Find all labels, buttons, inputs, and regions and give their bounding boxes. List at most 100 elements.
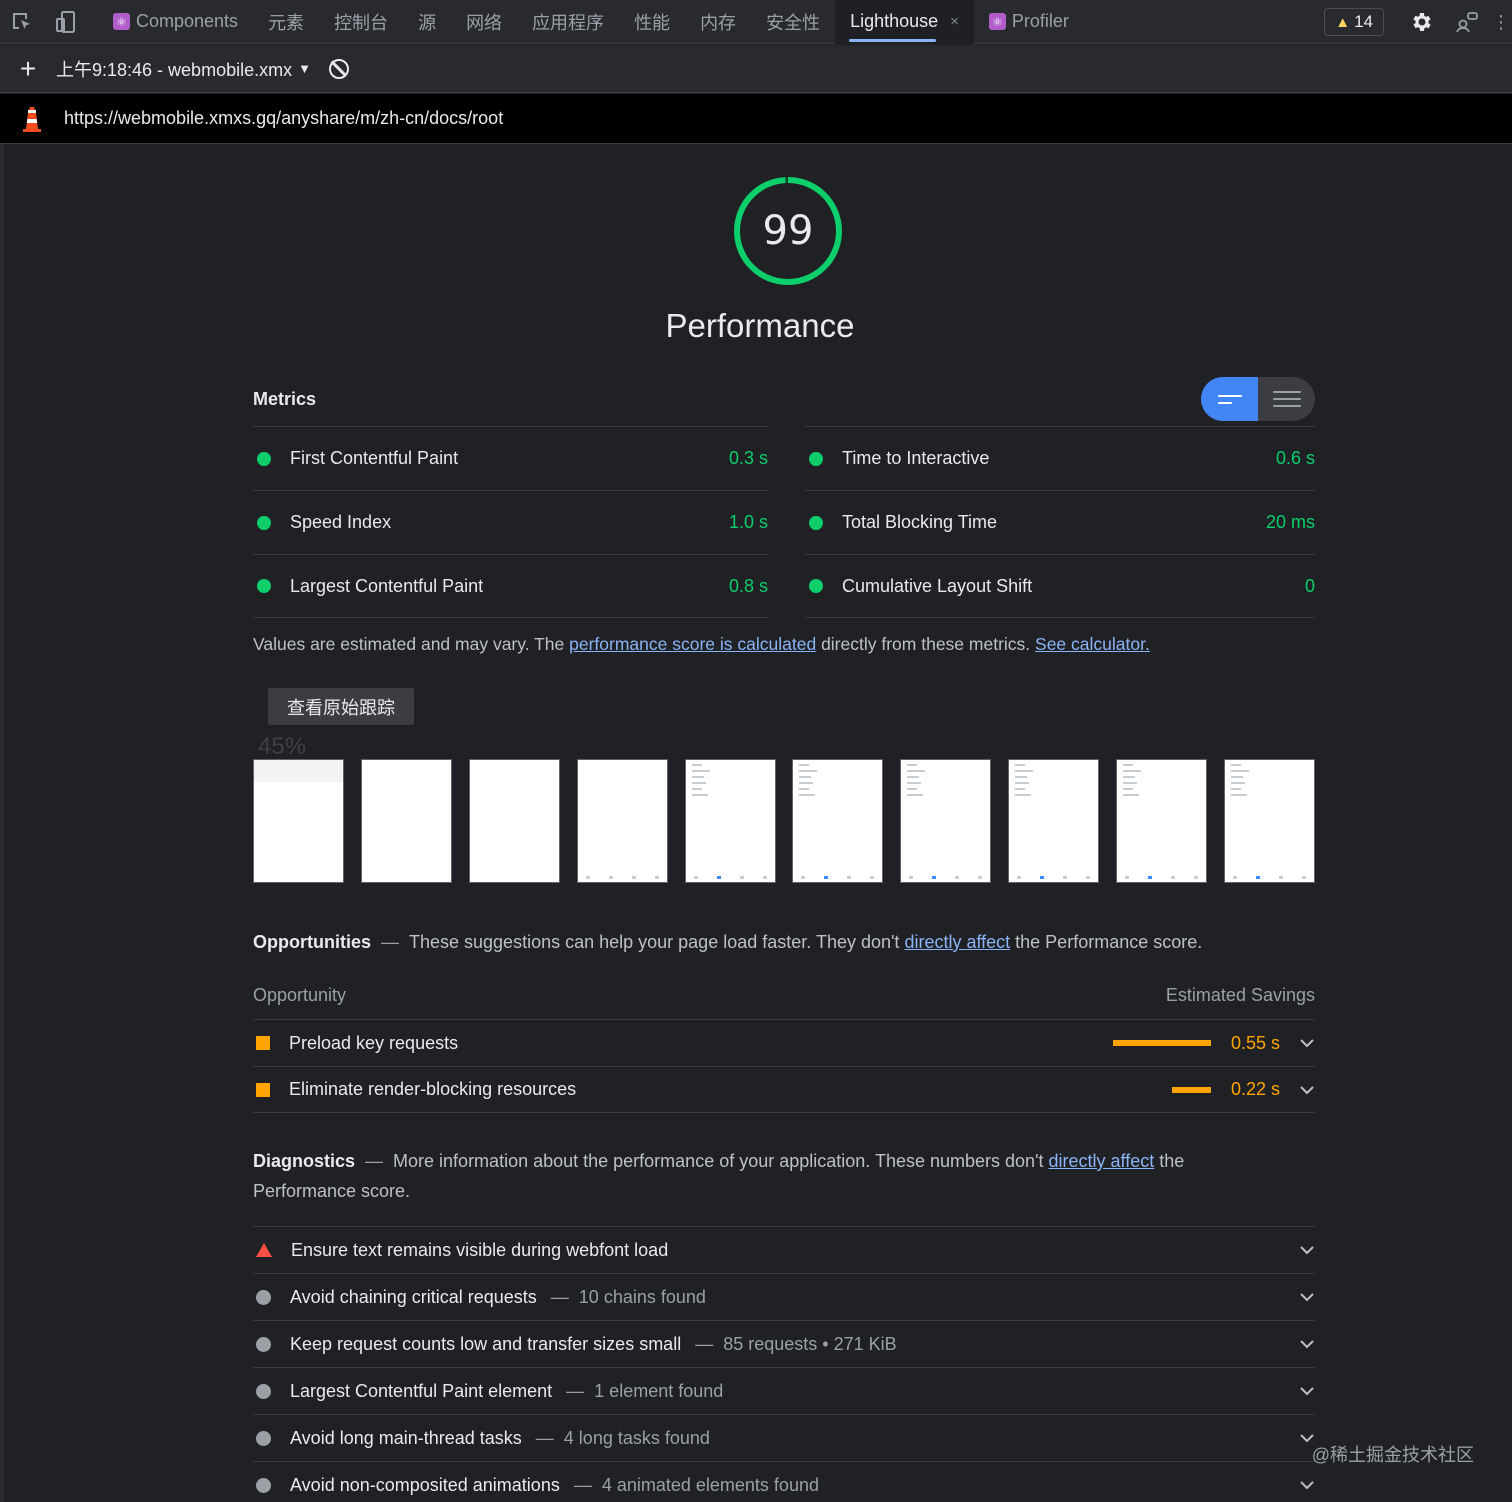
savings-value: 0.22 s	[1231, 1079, 1281, 1099]
filmstrip-frame	[576, 759, 668, 883]
tab-安全性[interactable]: 安全性	[751, 0, 835, 44]
metric-row[interactable]: Cumulative Layout Shift 0	[805, 554, 1315, 618]
tab-lighthouse[interactable]: Lighthouse ×	[835, 0, 974, 44]
info-dot-icon	[256, 1477, 271, 1493]
panel-tabs: ⚛ Components 元素 控制台 源 网络 应用程序 性能 内存 安全性 Lighthouse…	[98, 0, 1084, 44]
tab-控制台[interactable]: 控制台	[319, 0, 403, 44]
report-selector[interactable]: 上午9:18:46 - webmobile.xmx ▼	[56, 56, 311, 82]
diagnostic-row[interactable]: Avoid non-composited animations — 4 animat…	[253, 1461, 1315, 1502]
chevron-down-icon[interactable]	[1281, 1038, 1315, 1048]
filmstrip-frame	[1223, 759, 1315, 883]
tab-网络[interactable]: 网络	[451, 0, 517, 44]
diagnostic-row[interactable]: Keep request counts low and transfer siz…	[253, 1320, 1315, 1367]
chevron-down-icon[interactable]	[1281, 1085, 1315, 1095]
frame-nav	[909, 876, 983, 879]
pass-dot-icon	[257, 515, 271, 530]
diagnostic-row[interactable]: Ensure text remains visible during webfo…	[253, 1226, 1315, 1273]
opportunities-columns: Opportunity Estimated Savings	[253, 985, 1315, 1015]
diagnostic-row[interactable]: Largest Contentful Paint element — 1 eleme…	[253, 1367, 1315, 1414]
tab-元素[interactable]: 元素	[253, 0, 319, 44]
metric-name: Speed Index	[290, 512, 392, 532]
pass-dot-icon	[809, 579, 823, 593]
lighthouse-toolbar: + 上午9:18:46 - webmobile.xmx ▼	[0, 45, 1512, 93]
lines-long-icon	[1272, 391, 1301, 407]
new-report-button[interactable]: +	[0, 53, 56, 85]
metric-row[interactable]: Largest Contentful Paint 0.8 s	[253, 554, 768, 618]
tab-components[interactable]: ⚛ Components	[98, 0, 253, 44]
view-trace-button[interactable]: 查看原始跟踪	[268, 688, 414, 725]
opportunity-row[interactable]: Preload key requests 0.55 s	[253, 1019, 1315, 1066]
chevron-down-icon[interactable]	[1281, 1292, 1315, 1302]
inspect-element-icon[interactable]	[0, 0, 44, 44]
metric-name: Largest Contentful Paint	[290, 575, 484, 596]
dash-separator: —	[695, 1333, 714, 1354]
chevron-down-icon[interactable]	[1281, 1480, 1315, 1490]
metrics-view-toggle[interactable]	[1201, 377, 1315, 421]
tab-内存[interactable]: 内存	[685, 0, 751, 44]
report-url-bar: https://webmobile.xmxs.gq/anyshare/m/zh-…	[0, 94, 1512, 144]
compact-view-button[interactable]	[1201, 377, 1258, 421]
diagnostic-detail: — 4 long tasks found	[536, 1428, 1281, 1449]
tab-应用程序[interactable]: 应用程序	[517, 0, 619, 44]
frame-nav	[693, 876, 767, 879]
info-dot-icon	[256, 1430, 271, 1446]
frame-content	[901, 764, 990, 796]
expanded-view-button[interactable]	[1258, 377, 1315, 421]
diagnostics-desc: More information about the performance o…	[393, 1151, 1049, 1171]
dash-separator: —	[550, 1286, 569, 1307]
metric-row[interactable]: Time to Interactive 0.6 s	[805, 426, 1315, 490]
lines-short-icon	[1217, 394, 1242, 404]
user-feedback-icon[interactable]	[1444, 0, 1490, 44]
metric-row[interactable]: Speed Index 1.0 s	[253, 490, 768, 554]
chevron-down-icon[interactable]	[1281, 1339, 1315, 1349]
gear-icon[interactable]	[1398, 0, 1444, 44]
tab-label: 元素	[268, 12, 305, 33]
diagnostic-name: Largest Contentful Paint element	[290, 1380, 553, 1401]
tab-label: Profiler	[1011, 11, 1069, 31]
column-opportunity: Opportunity	[253, 985, 347, 1005]
chevron-down-icon[interactable]	[1281, 1245, 1315, 1255]
tab-源[interactable]: 源	[403, 0, 451, 44]
dash-separator: —	[365, 1151, 384, 1171]
lighthouse-logo-icon	[0, 105, 64, 133]
chevron-down-icon[interactable]	[1281, 1386, 1315, 1396]
opportunity-row[interactable]: Eliminate render-blocking resources 0.22 …	[253, 1066, 1315, 1113]
warning-icon: ▲	[1335, 13, 1351, 31]
diagnostic-row[interactable]: Avoid long main-thread tasks — 4 long task…	[253, 1414, 1315, 1461]
see-calculator-link[interactable]: See calculator.	[1035, 634, 1150, 654]
diagnostic-detail: — 10 chains found	[551, 1287, 1281, 1308]
diagnostic-row[interactable]: Avoid chaining critical requests — 10 chai…	[253, 1273, 1315, 1320]
info-dot-icon	[256, 1383, 271, 1399]
close-icon[interactable]: ×	[950, 13, 959, 30]
directly-affect-link[interactable]: directly affect	[1049, 1151, 1155, 1171]
device-toolbar-icon[interactable]	[44, 0, 88, 44]
opportunities-desc: These suggestions can help your page loa…	[409, 932, 905, 952]
clear-reports-icon[interactable]	[328, 58, 349, 79]
diagnostics-heading: Diagnostics	[253, 1151, 356, 1171]
diagnostic-detail-text: 1 element found	[594, 1380, 724, 1401]
tab-性能[interactable]: 性能	[619, 0, 685, 44]
pass-dot-icon	[809, 451, 823, 466]
tab-label: 应用程序	[532, 12, 605, 33]
tab-label: Components	[136, 11, 239, 31]
react-icon: ⚛	[113, 13, 130, 30]
score-calculated-link[interactable]: performance score is calculated	[569, 634, 816, 654]
filmstrip-frame	[253, 759, 344, 883]
frame-content	[686, 764, 775, 796]
note-prefix: Values are estimated and may vary. The	[253, 634, 570, 654]
metric-row[interactable]: First Contentful Paint 0.3 s	[253, 426, 768, 490]
metric-row[interactable]: Total Blocking Time 20 ms	[805, 490, 1315, 554]
filmstrip-frame	[900, 759, 992, 883]
pass-dot-icon	[257, 451, 271, 466]
chevron-down-icon[interactable]	[1281, 1433, 1315, 1443]
frame-nav	[801, 876, 875, 879]
directly-affect-link[interactable]: directly affect	[904, 932, 1010, 952]
performance-gauge[interactable]: 99	[732, 175, 844, 287]
opportunities-desc-suffix: the Performance score.	[1010, 932, 1203, 952]
tab-profiler[interactable]: ⚛ Profiler	[974, 0, 1084, 44]
metrics-header: Metrics	[253, 377, 1315, 421]
dash-separator: —	[381, 932, 399, 952]
more-options-icon[interactable]: ⋮	[1490, 0, 1512, 44]
warnings-badge[interactable]: ▲ 14	[1324, 8, 1384, 36]
savings-value: 0.55 s	[1231, 1032, 1281, 1053]
